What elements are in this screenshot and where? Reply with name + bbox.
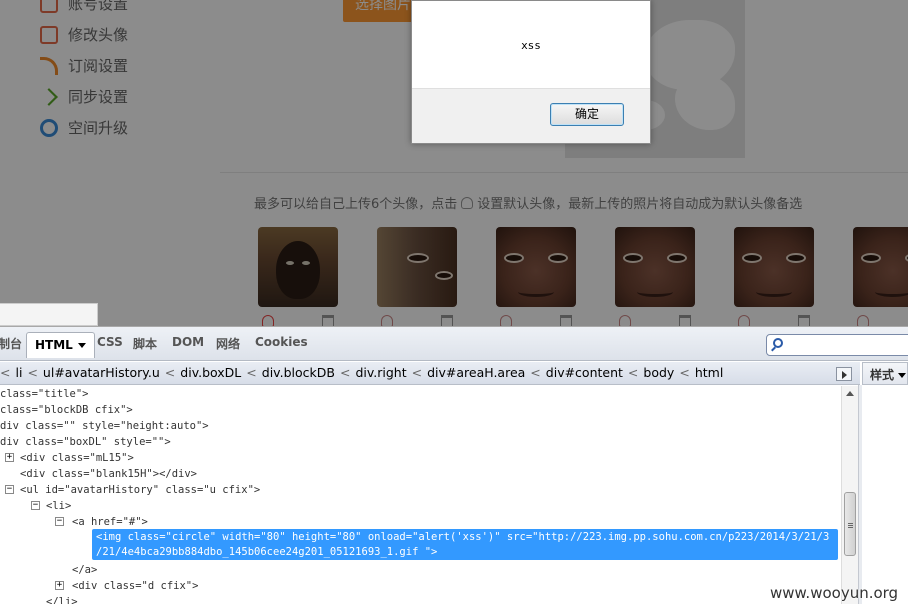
tree-scrollbar[interactable] — [841, 386, 858, 604]
tree-node[interactable]: <div class="blank15H"></div> — [20, 466, 197, 482]
tab-console[interactable]: 制台 — [0, 335, 22, 352]
tree-node[interactable]: div class="boxDL" style=""> — [0, 434, 171, 450]
tab-network[interactable]: 网络 — [216, 335, 240, 352]
alert-dialog: xss 确定 — [411, 0, 651, 144]
alert-message-area: xss — [412, 1, 650, 89]
tree-node[interactable]: class="title"> — [0, 386, 89, 402]
alert-message: xss — [521, 39, 541, 52]
devtools-toolbar: 制台 HTML CSS 脚本 DOM 网络 Cookies — [0, 327, 908, 361]
page-tab-stub — [0, 303, 98, 326]
html-tree: class="title"> class="blockDB cfix"> div… — [0, 386, 840, 604]
breadcrumb-item[interactable]: div#content — [546, 365, 623, 380]
breadcrumb-item[interactable]: ul#avatarHistory.u — [43, 365, 160, 380]
scrollbar-thumb[interactable] — [844, 492, 856, 556]
tab-dom[interactable]: DOM — [172, 335, 204, 349]
breadcrumb-item[interactable]: div.right — [355, 365, 406, 380]
side-panel-tab-style[interactable]: 样式 — [862, 362, 908, 385]
breadcrumb-item[interactable]: div.blockDB — [262, 365, 335, 380]
breadcrumb-item[interactable]: div.boxDL — [180, 365, 241, 380]
tree-node[interactable]: <div class="d cfix"> — [72, 578, 198, 594]
tree-node[interactable]: <a href="#"> — [72, 514, 148, 530]
expand-toggle-icon[interactable]: + — [5, 453, 14, 462]
tree-node-selected-continued[interactable]: /21/4e4bca29bb884dbo_145b06cee24g201_051… — [96, 544, 437, 560]
tree-node-selected[interactable]: <img class="circle" width="80" height="8… — [96, 529, 829, 545]
tree-node[interactable]: class="blockDB cfix"> — [0, 402, 133, 418]
tree-node[interactable]: <div class="mL15"> — [20, 450, 134, 466]
devtools-panel: 制台 HTML CSS 脚本 DOM 网络 Cookies < li < ul#ava… — [0, 326, 908, 604]
breadcrumb-item[interactable]: div#areaH.area — [427, 365, 525, 380]
tab-cookies[interactable]: Cookies — [255, 335, 308, 349]
expand-toggle-icon[interactable]: + — [55, 581, 64, 590]
scroll-up-icon[interactable] — [846, 391, 854, 396]
tree-node[interactable]: </a> — [72, 562, 97, 578]
search-icon — [773, 338, 783, 348]
breadcrumb-scroll-button[interactable] — [836, 367, 852, 381]
tree-node[interactable]: div class="" style="height:auto"> — [0, 418, 209, 434]
collapse-toggle-icon[interactable]: − — [31, 501, 40, 510]
tab-script[interactable]: 脚本 — [133, 335, 157, 352]
web-page-area: 账号设置 修改头像 订阅设置 同步设置 空间升级 选择图片 最多可以给自己上传6… — [0, 0, 908, 326]
tree-node[interactable]: <li> — [46, 498, 71, 514]
watermark: www.wooyun.org — [770, 584, 899, 602]
breadcrumb-separator: < — [0, 365, 11, 380]
chevron-down-icon — [77, 343, 86, 348]
breadcrumb-item[interactable]: body — [643, 365, 674, 380]
tab-html-label: HTML — [35, 338, 73, 352]
breadcrumb-item[interactable]: html — [695, 365, 723, 380]
devtools-search-input[interactable] — [766, 334, 908, 356]
panel-splitter[interactable] — [858, 385, 862, 604]
collapse-toggle-icon[interactable]: − — [55, 517, 64, 526]
alert-ok-button[interactable]: 确定 — [550, 103, 624, 126]
breadcrumb-item[interactable]: li — [15, 365, 22, 380]
tree-node[interactable]: <ul id="avatarHistory" class="u cfix"> — [20, 482, 260, 498]
collapse-toggle-icon[interactable]: − — [5, 485, 14, 494]
tab-css[interactable]: CSS — [97, 335, 123, 349]
tab-html[interactable]: HTML — [26, 332, 95, 358]
tree-node[interactable]: </li> — [46, 594, 78, 604]
chevron-down-icon — [898, 373, 907, 378]
breadcrumb: < li < ul#avatarHistory.u < div.boxDL < div.blo… — [0, 362, 860, 385]
